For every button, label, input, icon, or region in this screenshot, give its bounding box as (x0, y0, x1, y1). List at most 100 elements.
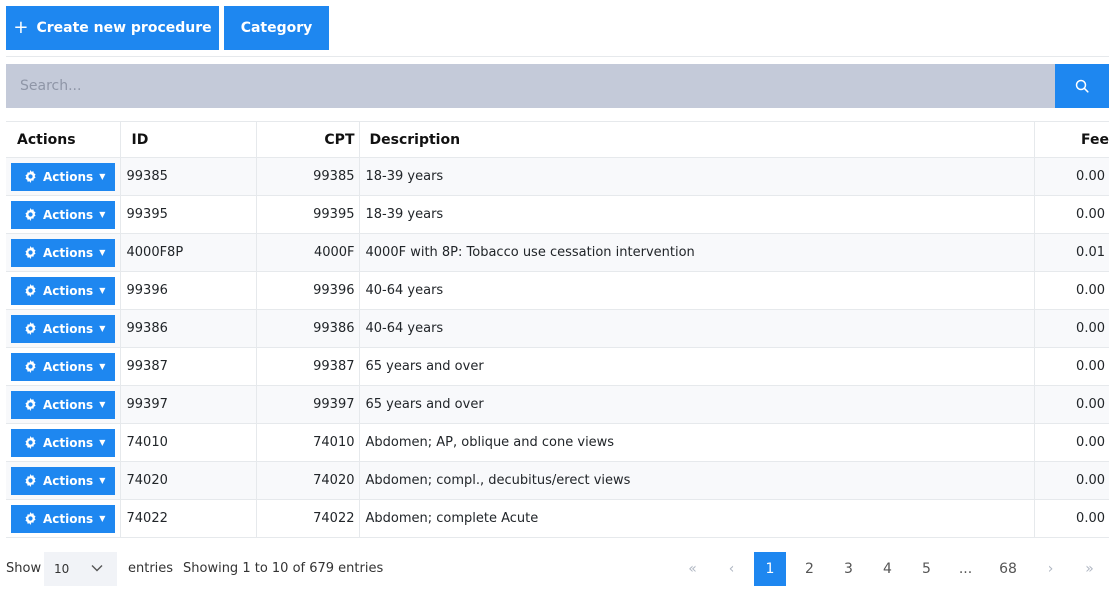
column-header-id[interactable]: ID (120, 121, 257, 158)
pagination: « ‹ 1 2 3 4 5 ... 68 › » (673, 552, 1109, 586)
table-row: Actions ▼ 99397 99397 65 years and over 0.00 (6, 385, 1109, 424)
row-actions-label: Actions (43, 321, 94, 336)
cell-fee: 0.00 (1076, 435, 1105, 450)
cell-cpt: 74020 (256, 461, 360, 500)
cell-id: 99386 (120, 309, 257, 348)
cell-cpt: 99385 (256, 157, 360, 196)
table-row: Actions ▼ 74010 74010 Abdomen; AP, oblique a… (6, 423, 1109, 462)
row-actions-label: Actions (43, 397, 94, 412)
search-button[interactable] (1055, 64, 1109, 108)
caret-down-icon: ▼ (99, 171, 106, 181)
column-header-description[interactable]: Description (359, 121, 1035, 158)
row-actions-button[interactable]: Actions ▼ (11, 352, 115, 381)
cell-cpt: 99386 (256, 309, 360, 348)
create-procedure-label: Create new procedure (36, 20, 212, 36)
row-actions-button[interactable]: Actions ▼ (11, 200, 115, 229)
caret-down-icon: ▼ (99, 361, 106, 371)
pagination-ellipsis: ... (958, 561, 973, 577)
cell-fee: 0.01 (1076, 245, 1105, 260)
page-size-select[interactable]: 10 (44, 552, 117, 586)
row-actions-button[interactable]: Actions ▼ (11, 162, 115, 191)
column-header-cpt[interactable]: CPT (256, 121, 360, 158)
cell-description: Abdomen; complete Acute (359, 499, 1035, 538)
gear-icon (24, 360, 37, 373)
actions-cell: Actions ▼ (6, 195, 121, 234)
category-button[interactable]: Category (224, 6, 329, 50)
cell-id: 74020 (120, 461, 257, 500)
page-button-1[interactable]: 1 (754, 552, 786, 586)
table-row: Actions ▼ 4000F8P 4000F 4000F with 8P: Tobac… (6, 233, 1109, 272)
column-header-fee[interactable]: Fee (1034, 122, 1109, 158)
cell-id: 99396 (120, 271, 257, 310)
caret-down-icon: ▼ (99, 399, 106, 409)
last-page-button[interactable]: » (1070, 552, 1109, 586)
plus-icon: + (13, 17, 29, 38)
row-actions-button[interactable]: Actions ▼ (11, 428, 115, 457)
gear-icon (24, 322, 37, 335)
row-actions-button[interactable]: Actions ▼ (11, 504, 115, 533)
table-footer: Show 10 entries Showing 1 to 10 of 679 e… (6, 552, 1109, 586)
cell-id: 74022 (120, 499, 257, 538)
cell-description: 4000F with 8P: Tobacco use cessation int… (359, 233, 1035, 272)
row-actions-button[interactable]: Actions ▼ (11, 314, 115, 343)
cell-cpt: 74022 (256, 499, 360, 538)
actions-cell: Actions ▼ (6, 309, 121, 348)
actions-cell: Actions ▼ (6, 157, 121, 196)
cell-id: 99395 (120, 195, 257, 234)
cell-id: 99385 (120, 157, 257, 196)
actions-cell: Actions ▼ (6, 423, 121, 462)
cell-fee: 0.00 (1076, 359, 1105, 374)
gear-icon (24, 398, 37, 411)
toolbar-divider (6, 56, 1109, 57)
gear-icon (24, 512, 37, 525)
gear-icon (24, 474, 37, 487)
search-input[interactable] (6, 64, 1055, 108)
cell-fee: 0.00 (1076, 397, 1105, 412)
showing-info: Showing 1 to 10 of 679 entries (183, 561, 384, 576)
row-actions-button[interactable]: Actions ▼ (11, 238, 115, 267)
row-actions-label: Actions (43, 207, 94, 222)
cell-fee: 0.00 (1076, 207, 1105, 222)
row-actions-label: Actions (43, 511, 94, 526)
caret-down-icon: ▼ (99, 247, 106, 257)
category-label: Category (240, 20, 313, 36)
page-button-3[interactable]: 3 (829, 552, 868, 586)
search-bar (6, 64, 1109, 108)
chevron-down-icon (91, 565, 103, 572)
caret-down-icon: ▼ (99, 323, 106, 333)
cell-fee: 0.00 (1076, 321, 1105, 336)
caret-down-icon: ▼ (99, 285, 106, 295)
cell-description: 40-64 years (359, 309, 1035, 348)
cell-fee: 0.00 (1076, 473, 1105, 488)
column-header-actions[interactable]: Actions (6, 121, 121, 158)
page-size-value: 10 (54, 562, 70, 576)
row-actions-button[interactable]: Actions ▼ (11, 276, 115, 305)
entries-label: entries (128, 561, 174, 576)
cell-description: Abdomen; compl., decubitus/erect views (359, 461, 1035, 500)
page-button-5[interactable]: 5 (907, 552, 946, 586)
row-actions-button[interactable]: Actions ▼ (11, 390, 115, 419)
actions-cell: Actions ▼ (6, 461, 121, 500)
cell-description: Abdomen; AP, oblique and cone views (359, 423, 1035, 462)
toolbar: + Create new procedure Category (6, 6, 329, 50)
first-page-button[interactable]: « (673, 552, 712, 586)
row-actions-button[interactable]: Actions ▼ (11, 466, 115, 495)
create-procedure-button[interactable]: + Create new procedure (6, 6, 219, 50)
table-row: Actions ▼ 74020 74020 Abdomen; compl., decub… (6, 461, 1109, 500)
previous-page-button[interactable]: ‹ (712, 552, 751, 586)
row-actions-label: Actions (43, 359, 94, 374)
actions-cell: Actions ▼ (6, 271, 121, 310)
next-page-button[interactable]: › (1031, 552, 1070, 586)
page-button-68[interactable]: 68 (985, 552, 1031, 586)
cell-id: 74010 (120, 423, 257, 462)
page-button-4[interactable]: 4 (868, 552, 907, 586)
row-actions-label: Actions (43, 283, 94, 298)
procedures-table-wrapper: Actions ID CPT Description Fee Actions ▼ 9… (6, 121, 1109, 538)
procedures-panel: + Create new procedure Category Search..… (0, 0, 1115, 592)
page-button-2[interactable]: 2 (790, 552, 829, 586)
cell-description: 18-39 years (359, 195, 1035, 234)
table-row: Actions ▼ 74022 74022 Abdomen; complete Acut… (6, 499, 1109, 538)
cell-cpt: 99395 (256, 195, 360, 234)
gear-icon (24, 284, 37, 297)
table-header-row: Actions ID CPT Description Fee (6, 121, 1109, 158)
